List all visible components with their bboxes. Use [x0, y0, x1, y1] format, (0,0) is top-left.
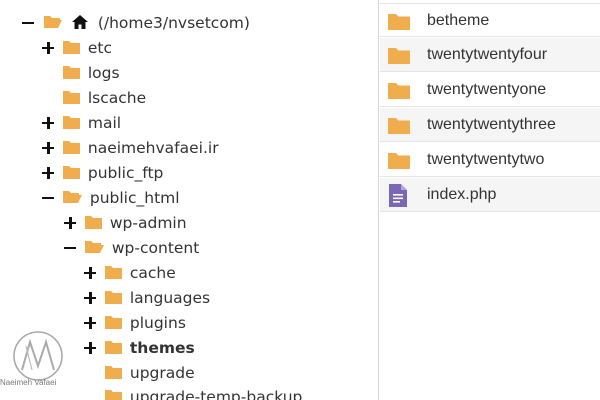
folder-icon	[84, 215, 102, 229]
folder-icon	[388, 48, 410, 64]
tree-item-cache[interactable]: cache	[84, 261, 176, 286]
file-row[interactable]: twentytwentytwo	[380, 143, 600, 177]
tree-item-label[interactable]: public_ftp	[88, 164, 164, 182]
folder-icon	[104, 290, 122, 304]
tree-item-mail[interactable]: mail	[42, 111, 121, 136]
tree-item-label[interactable]: naeimehvafaei.ir	[88, 139, 219, 157]
file-name[interactable]: twentytwentytwo	[427, 143, 544, 177]
file-row[interactable]: twentytwentyone	[380, 73, 600, 107]
tree-item-themes[interactable]: themes	[84, 336, 195, 361]
tree-item-label[interactable]: lscache	[88, 89, 146, 107]
folder-icon	[104, 340, 122, 354]
folder-icon	[388, 83, 410, 99]
tree-item-label[interactable]: upgrade	[130, 364, 195, 382]
tree-item-label[interactable]: upgrade-temp-backup	[130, 388, 303, 400]
home-icon	[71, 14, 88, 29]
tree-item-label[interactable]: logs	[88, 64, 120, 82]
file-name[interactable]: twentytwentyfour	[427, 38, 547, 72]
tree-item-upgrade[interactable]: upgrade	[84, 361, 195, 386]
tree-item-label[interactable]: cache	[130, 264, 176, 282]
tree-item-wp-content[interactable]: wp-content	[64, 236, 199, 261]
file-row[interactable]: betheme	[380, 3, 600, 37]
tree-item-upgrade-temp-backup[interactable]: upgrade-temp-backup	[84, 385, 302, 400]
expand-icon[interactable]	[64, 216, 76, 229]
folder-icon	[104, 265, 122, 279]
tree-root[interactable]: (/home3/nvsetcom)	[22, 11, 250, 36]
pane-divider[interactable]	[378, 0, 379, 400]
file-name[interactable]: twentytwentyone	[427, 73, 546, 107]
folder-icon	[62, 65, 80, 79]
file-name[interactable]: twentytwentythree	[427, 108, 556, 142]
folder-icon	[62, 90, 80, 104]
collapse-icon[interactable]	[64, 242, 76, 254]
expand-icon[interactable]	[42, 116, 54, 129]
folder-icon	[62, 40, 80, 54]
tree-item-wp-admin[interactable]: wp-admin	[64, 211, 187, 236]
folder-icon	[388, 118, 410, 134]
file-list: betheme twentytwentyfour twentytwentyone…	[380, 0, 600, 212]
php-file-icon	[389, 184, 407, 207]
file-row[interactable]: twentytwentythree	[380, 108, 600, 142]
folder-open-icon	[43, 15, 62, 28]
tree-item-public-ftp[interactable]: public_ftp	[42, 161, 163, 186]
folder-open-icon	[62, 190, 82, 203]
tree-item-label[interactable]: plugins	[130, 314, 186, 332]
tree-item-label[interactable]: etc	[88, 39, 112, 57]
folder-icon	[62, 115, 80, 129]
file-name[interactable]: index.php	[427, 178, 496, 212]
tree-item-label-selected[interactable]: themes	[130, 339, 195, 357]
expand-icon[interactable]	[42, 166, 54, 179]
tree-item-lscache[interactable]: lscache	[42, 86, 146, 111]
file-row[interactable]: twentytwentyfour	[380, 38, 600, 72]
tree-item-plugins[interactable]: plugins	[84, 311, 186, 336]
expand-icon[interactable]	[84, 316, 96, 329]
tree-item-label[interactable]: languages	[130, 289, 210, 307]
folder-icon	[104, 365, 122, 379]
expand-icon[interactable]	[84, 291, 96, 304]
expand-icon[interactable]	[42, 41, 54, 54]
tree-item-public-html[interactable]: public_html	[42, 186, 180, 211]
expand-icon[interactable]	[84, 341, 96, 354]
folder-icon	[104, 315, 122, 329]
tree-item-naeimehvafaei[interactable]: naeimehvafaei.ir	[42, 136, 219, 161]
folder-icon	[62, 140, 80, 154]
expand-icon[interactable]	[84, 266, 96, 279]
folder-open-icon	[84, 240, 104, 253]
expand-icon[interactable]	[42, 141, 54, 154]
folder-icon	[62, 165, 80, 179]
collapse-icon[interactable]	[42, 192, 54, 204]
folder-icon	[388, 153, 410, 169]
root-path-label[interactable]: (/home3/nvsetcom)	[98, 14, 250, 32]
tree-item-languages[interactable]: languages	[84, 286, 210, 311]
folder-icon	[104, 389, 122, 400]
folder-icon	[388, 14, 410, 30]
tree-item-etc[interactable]: etc	[42, 36, 112, 61]
tree-item-label[interactable]: public_html	[90, 189, 180, 207]
collapse-icon[interactable]	[22, 17, 34, 29]
file-row[interactable]: index.php	[380, 178, 600, 212]
watermark-caption: Naeimeh Vafaei	[0, 378, 57, 387]
file-name[interactable]: betheme	[427, 4, 489, 38]
tree-item-logs[interactable]: logs	[42, 61, 120, 86]
tree-item-label[interactable]: mail	[88, 114, 121, 132]
tree-item-label[interactable]: wp-admin	[110, 214, 187, 232]
tree-item-label[interactable]: wp-content	[112, 239, 199, 257]
